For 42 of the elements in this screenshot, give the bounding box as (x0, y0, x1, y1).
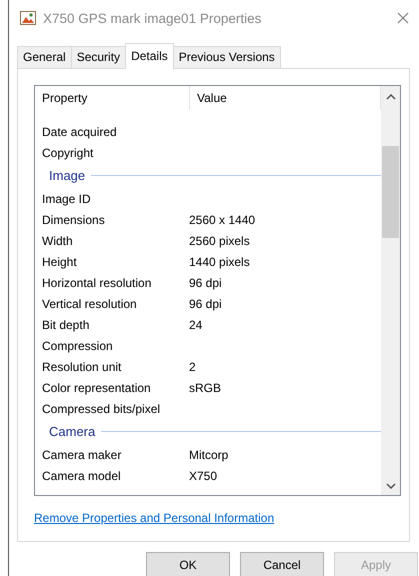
property-name: Width (41, 234, 74, 248)
property-name: Horizontal resolution (41, 276, 152, 290)
property-value: 2560 pixels (188, 234, 251, 248)
property-value: sRGB (188, 380, 222, 394)
property-value: 96 dpi (188, 296, 223, 310)
scrollbar-thumb[interactable] (382, 146, 399, 238)
property-value: X750 (188, 468, 218, 482)
close-icon[interactable] (397, 12, 409, 24)
column-header[interactable]: Property (35, 86, 190, 110)
group-heading: Image (49, 168, 86, 183)
property-value: 2 (188, 360, 197, 374)
property-value: 2560 x 1440 (188, 212, 256, 226)
property-name: Image ID (41, 192, 92, 206)
dialog-button[interactable]: Cancel (240, 552, 324, 576)
property-value: 96 dpi (188, 276, 223, 290)
property-name: Bit depth (41, 318, 90, 332)
property-name: Height (41, 254, 78, 268)
tab[interactable]: Previous Versions (172, 46, 281, 68)
property-value: 1440 pixels (188, 254, 251, 268)
dialog-button[interactable]: OK (146, 552, 230, 576)
property-name: Copyright (41, 146, 94, 160)
property-value: 24 (188, 318, 204, 332)
tab[interactable]: General (17, 46, 72, 68)
tab[interactable]: Security (70, 46, 126, 68)
scroll-up-icon[interactable] (386, 94, 396, 100)
property-name: Compressed bits/pixel (41, 402, 162, 416)
property-value: Mitcorp (188, 448, 230, 462)
scroll-down-icon[interactable] (386, 483, 396, 489)
group-heading: Camera (49, 424, 96, 439)
property-name: Dimensions (41, 212, 106, 226)
property-name: Camera model (41, 468, 122, 482)
property-name: Resolution unit (41, 360, 122, 374)
property-name: Camera maker (41, 448, 122, 462)
image-file-icon (20, 11, 36, 25)
property-name: Vertical resolution (41, 296, 138, 310)
scrollbar[interactable] (381, 86, 400, 495)
property-name: Compression (41, 338, 114, 352)
remove-properties-link[interactable]: Remove Properties and Personal Information (34, 511, 274, 525)
property-name: Date acquired (41, 124, 118, 138)
property-name: Color representation (41, 380, 152, 394)
tab[interactable]: Details (125, 43, 174, 69)
window-title: X750 GPS mark image01 Properties (43, 10, 262, 26)
